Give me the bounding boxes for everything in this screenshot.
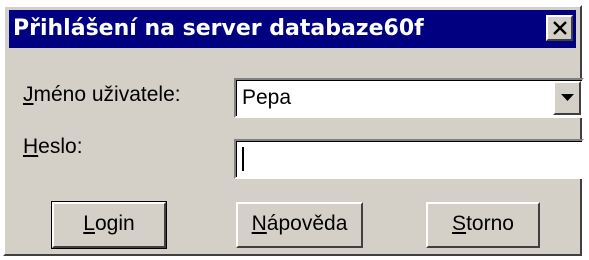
login-dialog: Přihlášení na server databaze60f Jméno u…	[3, 5, 584, 256]
cancel-button-text: torno	[466, 212, 514, 235]
cancel-button-accel: S	[452, 212, 467, 235]
chevron-down-icon	[561, 94, 574, 101]
close-button[interactable]	[546, 15, 573, 41]
help-button[interactable]: Nápověda	[236, 202, 363, 248]
password-field[interactable]	[234, 139, 584, 179]
login-button-accel: L	[83, 212, 95, 235]
close-icon	[553, 21, 567, 35]
username-dropdown-button[interactable]	[553, 81, 581, 115]
title-bar: Přihlášení na server databaze60f	[9, 10, 576, 48]
help-button-accel: N	[251, 212, 267, 235]
username-label-text: méno uživatele:	[33, 83, 181, 106]
login-button[interactable]: Login	[51, 201, 167, 249]
password-label: Heslo:	[23, 135, 83, 159]
cancel-button[interactable]: Storno	[426, 202, 540, 248]
text-caret	[242, 147, 244, 171]
username-label-accel: J	[23, 83, 34, 106]
username-combobox[interactable]: Pepa	[234, 78, 584, 118]
username-value: Pepa	[242, 86, 292, 109]
password-label-accel: H	[23, 135, 39, 158]
username-label: Jméno uživatele:	[23, 83, 181, 107]
login-button-text: ogin	[94, 212, 135, 235]
dialog-title: Přihlášení na server databaze60f	[13, 16, 424, 41]
help-button-text: ápověda	[266, 212, 348, 235]
password-label-text: eslo:	[38, 135, 83, 158]
